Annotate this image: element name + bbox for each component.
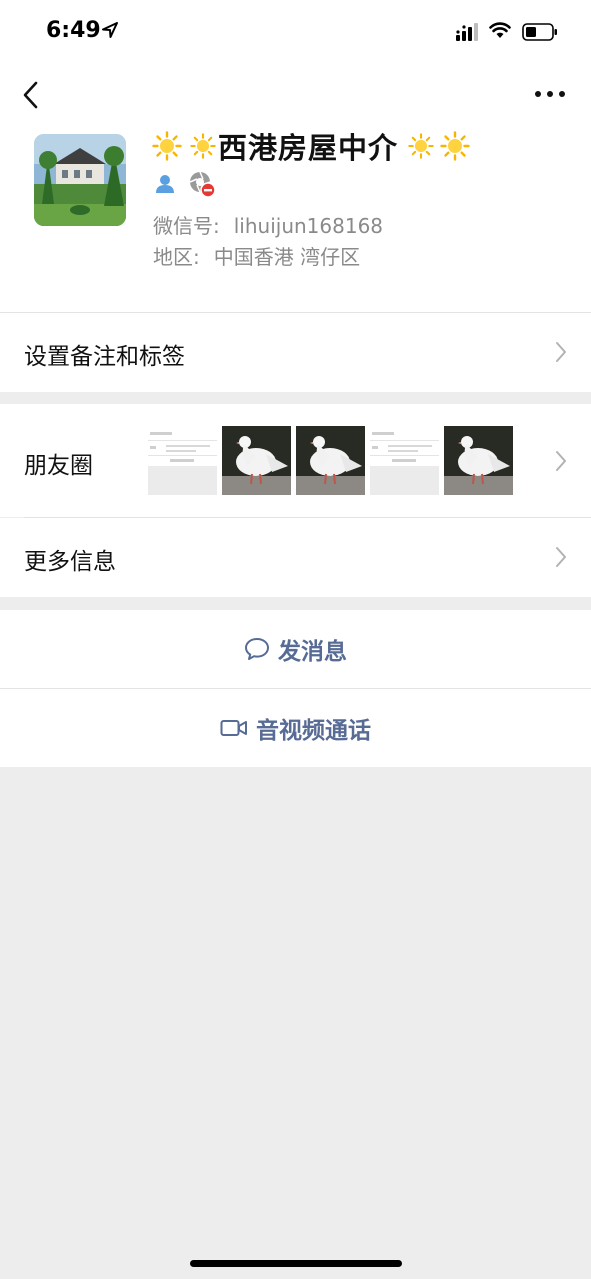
contact-person-icon: [156, 175, 174, 193]
wifi-icon: [489, 22, 511, 38]
contact-badges: [154, 170, 216, 198]
wechat-id-value: lihuijun168168: [233, 214, 384, 238]
sun-emoji-icon: [190, 133, 216, 159]
cellular-signal-icon: [456, 23, 478, 41]
back-button[interactable]: [18, 80, 44, 110]
sun-emoji-icon: [152, 131, 182, 161]
chevron-right-icon: [556, 342, 566, 362]
region-line: 地区: 中国香港 湾仔区: [153, 241, 360, 270]
chevron-right-icon: [556, 547, 566, 567]
moments-thumbnail-pigeon[interactable]: [296, 426, 365, 495]
moments-thumbnail-pigeon[interactable]: [222, 426, 291, 495]
contact-name: 西港房屋中介: [218, 131, 399, 165]
contact-name-row: 西港房屋中介: [152, 128, 470, 165]
battery-icon: [522, 23, 557, 41]
avatar[interactable]: [34, 134, 126, 226]
status-time: 6:49: [46, 18, 101, 43]
send-message-label: 发消息: [278, 639, 347, 665]
region-label: 地区:: [153, 245, 200, 269]
chat-bubble-icon: [245, 638, 269, 660]
video-call-button[interactable]: 音视频通话: [0, 689, 591, 767]
moments-thumbnail-screenshot[interactable]: [148, 426, 217, 495]
moments-label: 朋友圈: [24, 453, 93, 479]
video-call-label: 音视频通话: [256, 718, 371, 744]
send-message-button[interactable]: 发消息: [0, 610, 591, 688]
location-arrow-icon: [102, 22, 118, 38]
chevron-right-icon: [556, 451, 566, 471]
set-remark-tags-label: 设置备注和标签: [24, 344, 185, 370]
video-camera-icon: [220, 720, 247, 736]
more-options-button[interactable]: [532, 84, 568, 104]
more-info-label: 更多信息: [24, 549, 116, 575]
region-value: 中国香港 湾仔区: [213, 245, 361, 269]
moments-thumbnail-screenshot[interactable]: [370, 426, 439, 495]
moments-thumbnail-pigeon[interactable]: [444, 426, 513, 495]
sun-emoji-icon: [440, 131, 470, 161]
home-indicator[interactable]: [190, 1260, 402, 1267]
more-info-row[interactable]: 更多信息: [0, 518, 591, 597]
wechat-id-line: 微信号: lihuijun168168: [153, 210, 383, 239]
wechat-id-label: 微信号:: [153, 214, 220, 238]
sun-emoji-icon: [408, 133, 434, 159]
blocked-moments-icon: [189, 171, 216, 198]
set-remark-tags-row[interactable]: 设置备注和标签: [0, 313, 591, 391]
